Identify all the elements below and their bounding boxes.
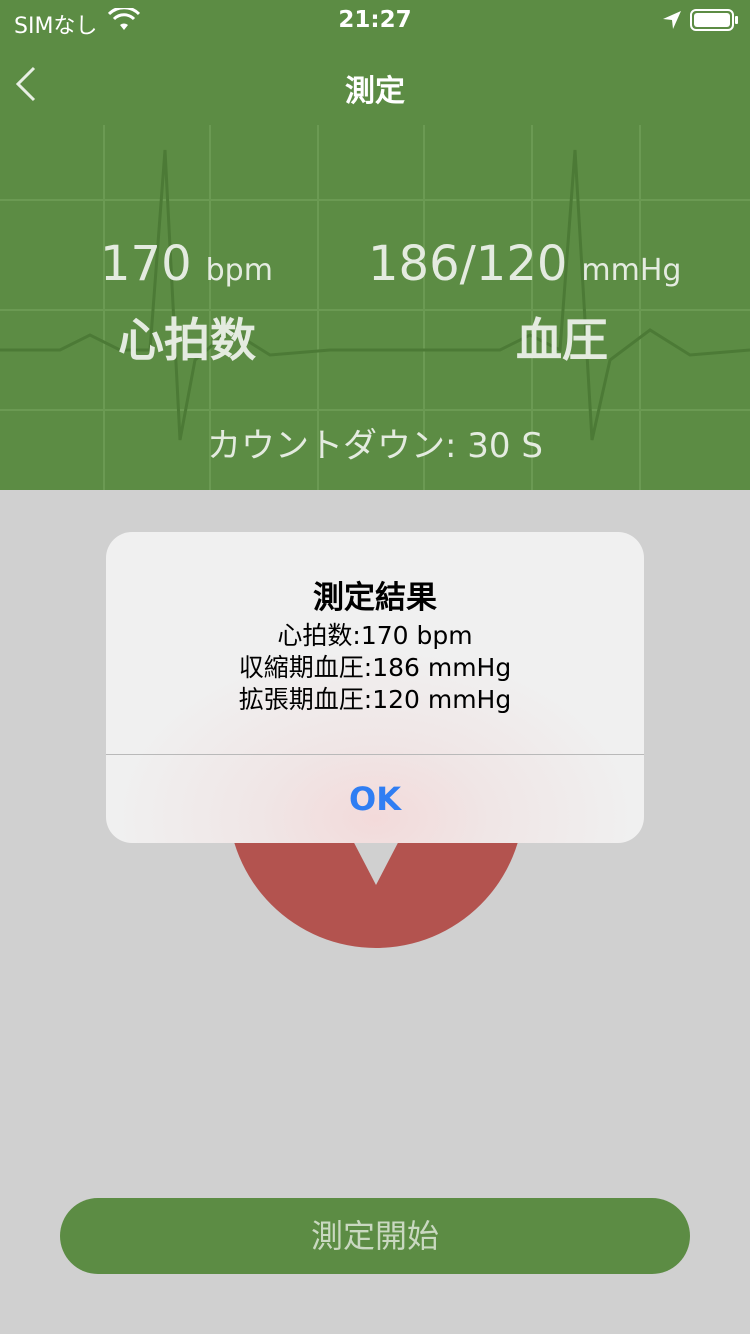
blood-pressure-unit: mmHg xyxy=(581,253,682,288)
blood-pressure-value: 186/120 xyxy=(368,236,568,292)
status-bar: SIMなし 21:27 xyxy=(0,0,750,40)
alert-message: 心拍数:170 bpm 収縮期血圧:186 mmHg 拡張期血圧:120 mmH… xyxy=(106,620,644,716)
blood-pressure-label: 血圧 xyxy=(516,313,608,367)
alert-line-systolic: 収縮期血圧:186 mmHg xyxy=(238,653,512,682)
heart-rate-readout: 170 bpm xyxy=(100,236,273,292)
location-arrow-icon xyxy=(663,11,681,29)
navigation-bar: 測定 xyxy=(0,50,750,118)
alert-title: 測定結果 xyxy=(313,580,437,616)
clock-time: 21:27 xyxy=(338,7,412,33)
battery-icon xyxy=(690,9,738,31)
start-measurement-button[interactable]: 測定開始 xyxy=(60,1198,690,1274)
measurement-header: SIMなし 21:27 測定 170 bpm 心拍数 186/120 mmHg 血圧… xyxy=(0,0,750,490)
result-alert-dialog: 測定結果 心拍数:170 bpm 収縮期血圧:186 mmHg 拡張期血圧:12… xyxy=(106,532,644,843)
ok-button[interactable]: OK xyxy=(106,755,644,843)
countdown-timer: カウントダウン: 30 S xyxy=(207,426,543,466)
alert-line-heart-rate: 心拍数:170 bpm xyxy=(277,621,473,650)
heart-rate-value: 170 xyxy=(100,236,192,292)
heart-rate-unit: bpm xyxy=(205,253,273,288)
heart-rate-label: 心拍数 xyxy=(118,313,256,367)
alert-line-diastolic: 拡張期血圧:120 mmHg xyxy=(238,685,512,714)
page-title: 測定 xyxy=(345,74,405,109)
blood-pressure-readout: 186/120 mmHg xyxy=(368,236,681,292)
